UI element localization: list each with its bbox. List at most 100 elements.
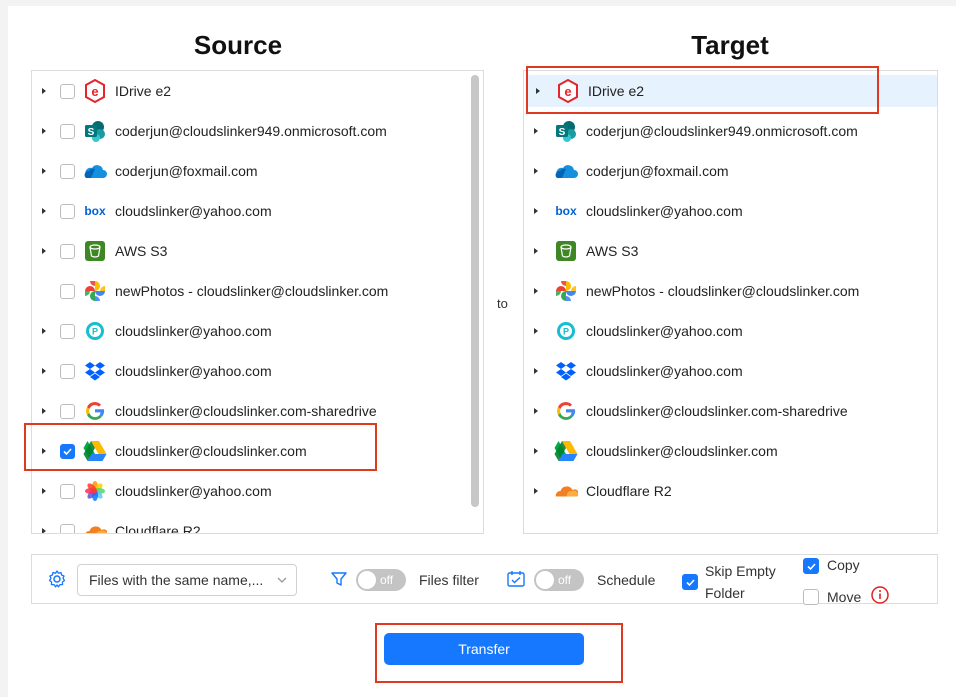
expand-caret-icon[interactable]	[32, 127, 56, 135]
move-label: Move	[827, 589, 862, 605]
source-row-checkbox[interactable]	[60, 123, 75, 139]
source-row-checkbox[interactable]	[60, 483, 75, 499]
google-icon	[83, 399, 107, 423]
target-row-label: cloudslinker@yahoo.com	[586, 203, 743, 219]
schedule-toggle[interactable]: off	[534, 569, 584, 591]
expand-caret-icon[interactable]	[32, 87, 56, 95]
conflict-option-select[interactable]: Files with the same name,...	[77, 564, 297, 596]
target-row[interactable]: box cloudslinker@yahoo.com	[524, 195, 934, 227]
onedrive-icon	[83, 159, 107, 183]
source-row[interactable]: cloudslinker@yahoo.com	[32, 475, 462, 507]
svg-text:P: P	[563, 327, 569, 337]
files-filter-toggle[interactable]: off	[356, 569, 406, 591]
source-row-checkbox[interactable]	[60, 283, 75, 299]
target-heading: Target	[691, 30, 769, 60]
target-row-label: AWS S3	[586, 243, 639, 259]
target-row[interactable]: Cloudflare R2	[524, 475, 934, 507]
expand-caret-icon[interactable]	[32, 207, 56, 215]
copy-checkbox[interactable]	[803, 558, 819, 574]
source-row-label: IDrive e2	[115, 83, 172, 99]
target-row[interactable]: newPhotos - cloudslinker@cloudslinker.co…	[524, 275, 934, 307]
expand-caret-icon[interactable]	[32, 247, 56, 255]
svg-text:box: box	[555, 204, 577, 218]
source-row-checkbox[interactable]	[60, 83, 75, 99]
info-icon[interactable]	[871, 586, 889, 604]
source-row-label: cloudslinker@yahoo.com	[115, 323, 272, 339]
expand-caret-icon[interactable]	[32, 327, 56, 335]
source-row-label: cloudslinker@cloudslinker.com-sharedrive	[115, 403, 377, 419]
source-row-label: newPhotos - cloudslinker@cloudslinker.co…	[115, 283, 389, 299]
source-scrollbar-thumb[interactable]	[471, 75, 479, 507]
expand-caret-icon[interactable]	[524, 287, 548, 295]
source-row[interactable]: cloudslinker@yahoo.com	[32, 355, 462, 387]
box-icon: box	[83, 199, 107, 223]
svg-text:box: box	[84, 204, 106, 218]
sharepoint-icon: S	[554, 119, 578, 143]
source-row[interactable]: Pcloudslinker@yahoo.com	[32, 315, 462, 347]
expand-caret-icon[interactable]	[32, 367, 56, 375]
expand-caret-icon[interactable]	[524, 447, 548, 455]
source-row-checkbox[interactable]	[60, 163, 75, 179]
source-row-checkbox[interactable]	[60, 363, 75, 379]
checkmark-icon	[685, 578, 695, 586]
idrive-e2-icon: e	[83, 79, 107, 103]
source-row-checkbox[interactable]	[60, 243, 75, 259]
expand-caret-icon[interactable]	[524, 207, 548, 215]
expand-caret-icon[interactable]	[524, 167, 548, 175]
expand-caret-icon[interactable]	[32, 407, 56, 415]
source-row-label: coderjun@foxmail.com	[115, 163, 258, 179]
schedule-toggle-knob	[536, 571, 554, 589]
target-row-label: cloudslinker@cloudslinker.com-sharedrive	[586, 403, 848, 419]
target-row[interactable]: cloudslinker@cloudslinker.com	[524, 435, 934, 467]
google-photos-icon	[83, 279, 107, 303]
target-row-label: coderjun@foxmail.com	[586, 163, 729, 179]
highlight-source-google-drive	[24, 423, 377, 471]
target-row-label: newPhotos - cloudslinker@cloudslinker.co…	[586, 283, 860, 299]
gear-icon[interactable]	[47, 569, 67, 589]
target-row[interactable]: Scoderjun@cloudslinker949.onmicrosoft.co…	[524, 115, 934, 147]
expand-caret-icon[interactable]	[32, 527, 56, 533]
target-row-label: cloudslinker@yahoo.com	[586, 363, 743, 379]
schedule-label: Schedule	[597, 572, 656, 588]
source-row-label: Cloudflare R2	[115, 523, 201, 534]
source-row[interactable]: Scoderjun@cloudslinker949.onmicrosoft.co…	[32, 115, 462, 147]
expand-caret-icon[interactable]	[524, 407, 548, 415]
target-row[interactable]: Pcloudslinker@yahoo.com	[524, 315, 934, 347]
source-row-checkbox[interactable]	[60, 523, 75, 533]
source-scrollbar[interactable]	[471, 75, 479, 507]
expand-caret-icon[interactable]	[32, 487, 56, 495]
source-row[interactable]: e IDrive e2	[32, 75, 462, 107]
expand-caret-icon[interactable]	[524, 327, 548, 335]
svg-text:P: P	[92, 327, 98, 337]
target-row-label: Cloudflare R2	[586, 483, 672, 499]
target-row[interactable]: AWS S3	[524, 235, 934, 267]
pcloud-icon: P	[554, 319, 578, 343]
target-row[interactable]: coderjun@foxmail.com	[524, 155, 934, 187]
target-row[interactable]: cloudslinker@yahoo.com	[524, 355, 934, 387]
source-row[interactable]: AWS S3	[32, 235, 462, 267]
source-row-checkbox[interactable]	[60, 203, 75, 219]
expand-caret-icon[interactable]	[524, 127, 548, 135]
files-filter-label: Files filter	[419, 572, 479, 588]
source-row-label: cloudslinker@yahoo.com	[115, 363, 272, 379]
google-photos-icon	[554, 279, 578, 303]
google-drive-icon	[554, 439, 578, 463]
skip-empty-folder-checkbox[interactable]	[682, 574, 698, 590]
source-row-checkbox[interactable]	[60, 323, 75, 339]
sharepoint-icon: S	[83, 119, 107, 143]
to-label: to	[497, 296, 508, 311]
google-icon	[554, 399, 578, 423]
move-checkbox[interactable]	[803, 589, 819, 605]
source-row[interactable]: Cloudflare R2	[32, 515, 462, 534]
expand-caret-icon[interactable]	[524, 487, 548, 495]
expand-caret-icon[interactable]	[524, 367, 548, 375]
source-row[interactable]: newPhotos - cloudslinker@cloudslinker.co…	[32, 275, 462, 307]
source-row[interactable]: box cloudslinker@yahoo.com	[32, 195, 462, 227]
expand-caret-icon[interactable]	[32, 167, 56, 175]
transfer-button[interactable]: Transfer	[384, 633, 584, 665]
source-row-checkbox[interactable]	[60, 403, 75, 419]
target-row[interactable]: cloudslinker@cloudslinker.com-sharedrive	[524, 395, 934, 427]
source-row[interactable]: coderjun@foxmail.com	[32, 155, 462, 187]
expand-caret-icon[interactable]	[524, 247, 548, 255]
target-row-label: cloudslinker@yahoo.com	[586, 323, 743, 339]
